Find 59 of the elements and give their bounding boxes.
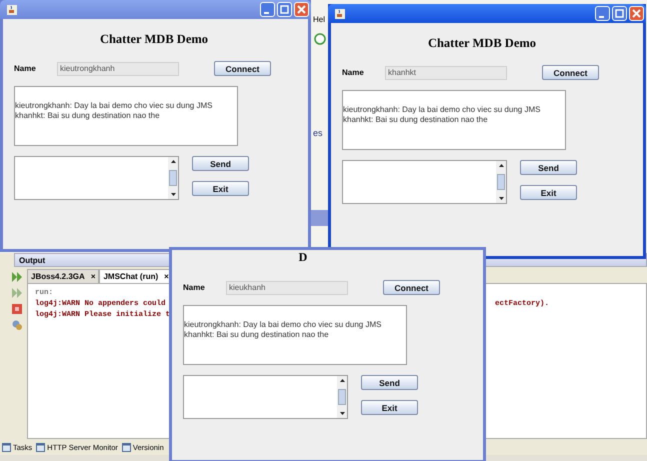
- close-icon: [295, 3, 308, 16]
- exit-button[interactable]: Exit: [192, 181, 249, 196]
- window-icon[interactable]: [2, 442, 11, 452]
- coffee-cup-icon: [334, 8, 346, 20]
- exit-button[interactable]: Exit: [361, 400, 418, 415]
- window-heading: Chatter MDB Demo: [98, 32, 210, 47]
- name-field[interactable]: kieutrongkhanh: [57, 62, 179, 76]
- maximize-icon: [613, 7, 626, 20]
- exit-button[interactable]: Exit: [520, 185, 577, 200]
- editor-text: es: [313, 128, 323, 138]
- panel-title: Output: [19, 256, 46, 264]
- close-button[interactable]: [629, 6, 644, 21]
- scrollbar-thumb[interactable]: [497, 174, 505, 190]
- message-line: kieutrongkhanh: Day la bai demo cho viec su dung JMS: [15, 101, 214, 111]
- double-arrow-icon[interactable]: [11, 271, 23, 283]
- circle-icon[interactable]: [314, 33, 326, 45]
- close-icon: [630, 7, 643, 20]
- coffee-cup-icon: [6, 4, 18, 16]
- send-button[interactable]: Send: [520, 160, 577, 175]
- window-icon[interactable]: [36, 442, 46, 452]
- connect-button[interactable]: Connect: [542, 65, 599, 80]
- connect-button[interactable]: Connect: [214, 61, 271, 76]
- name-field[interactable]: khanhkt: [385, 66, 507, 80]
- maximize-button[interactable]: [612, 6, 627, 21]
- close-button[interactable]: [294, 2, 309, 17]
- message-line: khanhkt: Bai su dung destination nao the: [184, 330, 330, 340]
- window-heading: D: [298, 250, 308, 265]
- message-input[interactable]: [342, 160, 507, 204]
- scrollbar[interactable]: [337, 376, 347, 418]
- minimize-button[interactable]: [260, 2, 275, 17]
- close-icon[interactable]: ×: [164, 272, 169, 281]
- minimize-button[interactable]: [595, 6, 610, 21]
- message-line: khanhkt: Bai su dung destination nao the: [343, 115, 489, 125]
- output-tab[interactable]: JBoss4.2.3GA ×: [27, 269, 100, 283]
- minimize-icon: [598, 16, 604, 18]
- window-icon[interactable]: [122, 442, 131, 452]
- send-button[interactable]: Send: [192, 156, 249, 171]
- message-line: kieutrongkhanh: Day la bai demo cho viec su dung JMS: [184, 320, 382, 330]
- name-label: Name: [183, 283, 206, 292]
- maximize-button[interactable]: [277, 2, 292, 17]
- message-line: khanhkt: Bai su dung destination nao the: [15, 111, 161, 121]
- scrollbar-thumb[interactable]: [169, 170, 177, 186]
- connect-button[interactable]: Connect: [383, 280, 440, 295]
- scrollbar[interactable]: [496, 161, 506, 203]
- close-icon[interactable]: ×: [90, 272, 96, 281]
- message-input[interactable]: [183, 375, 348, 419]
- minimize-icon: [264, 12, 268, 14]
- scrollbar-thumb[interactable]: [338, 389, 346, 405]
- stop-icon[interactable]: [11, 303, 23, 315]
- message-input[interactable]: [14, 156, 179, 200]
- message-line: kieutrongkhanh: Day la bai demo cho viec su dung JMS: [343, 105, 542, 115]
- name-label: Name: [14, 64, 37, 73]
- send-button[interactable]: Send: [361, 375, 418, 390]
- name-label: Name: [342, 68, 365, 77]
- window-heading: Chatter MDB Demo: [426, 36, 538, 51]
- menu-item[interactable]: Hel: [313, 15, 326, 24]
- name-field[interactable]: kieukhanh: [226, 280, 348, 294]
- scrollbar[interactable]: [168, 157, 178, 199]
- maximize-icon: [278, 3, 291, 16]
